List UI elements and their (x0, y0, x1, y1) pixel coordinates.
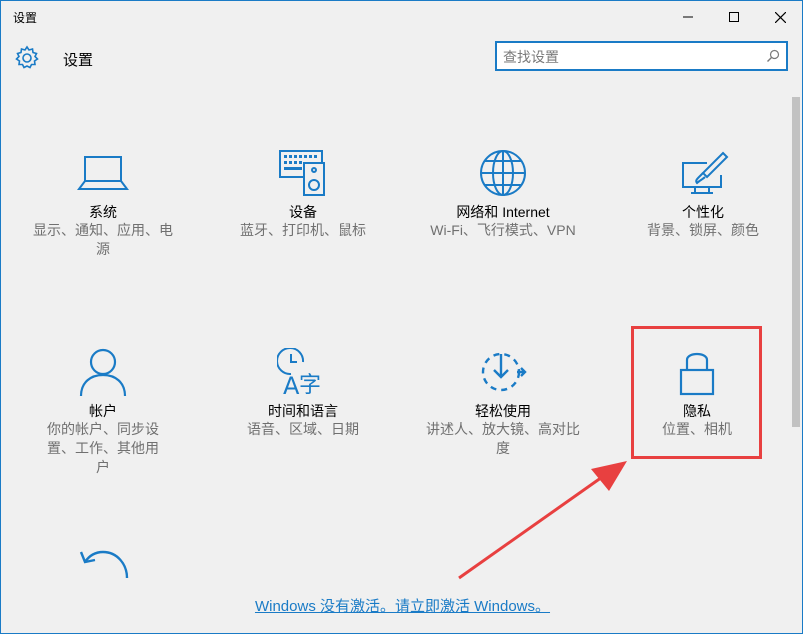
activate-windows-link[interactable]: Windows 没有激活。请立即激活 Windows。 (1, 595, 802, 616)
annotation-arrow (458, 461, 627, 580)
settings-window: 设置 设置 查找设置 系统 显示、通知、应用、电源 设备 蓝牙、打印机、鼠标 网… (0, 0, 803, 634)
